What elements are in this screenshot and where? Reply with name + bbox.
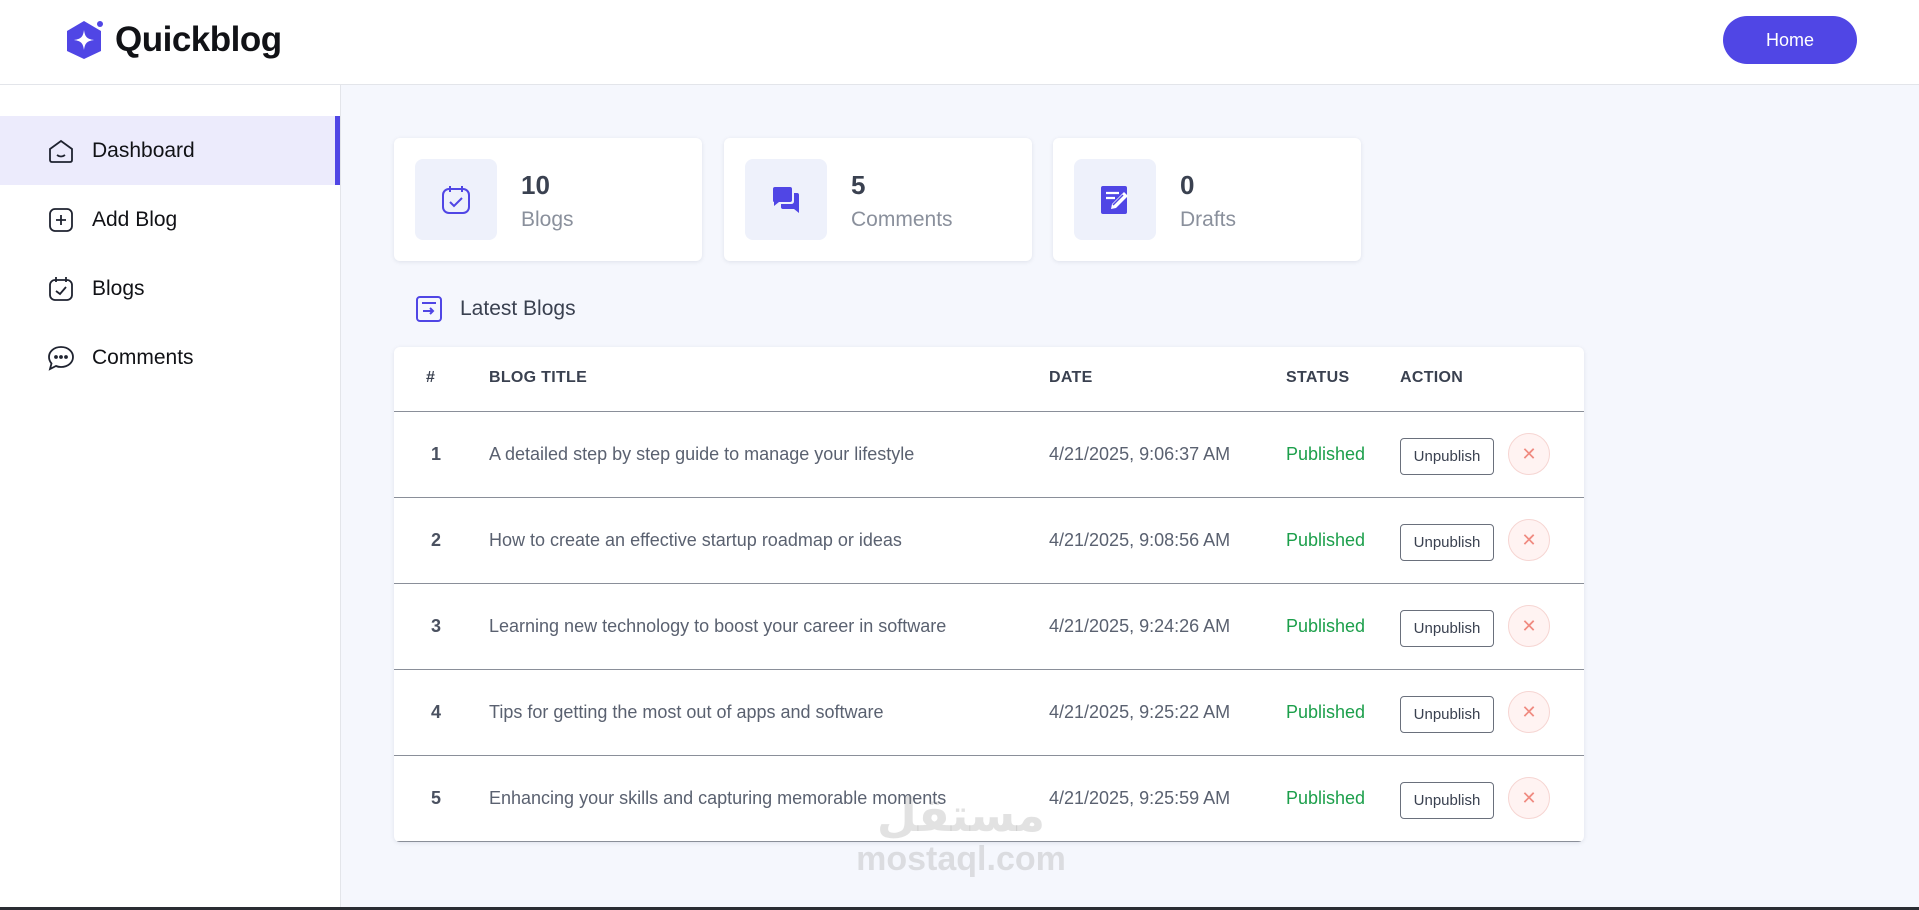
sidebar-item-label: Blogs — [92, 276, 145, 300]
row-number: 1 — [431, 444, 442, 464]
sidebar-item-label: Add Blog — [92, 207, 178, 231]
blog-date: 4/21/2025, 9:06:37 AM — [1049, 444, 1231, 464]
latest-blogs-heading: Latest Blogs — [414, 294, 576, 324]
top-header: Quickblog Home — [0, 0, 1919, 85]
latest-blogs-title: Latest Blogs — [460, 297, 576, 320]
blog-date: 4/21/2025, 9:24:26 AM — [1049, 616, 1231, 636]
delete-button[interactable]: ✕ — [1508, 433, 1550, 475]
sidebar-item-blogs[interactable]: Blogs — [0, 254, 340, 323]
column-header-action: ACTION — [1400, 369, 1464, 386]
column-header-date: DATE — [1049, 369, 1093, 386]
unpublish-button[interactable]: Unpublish — [1400, 610, 1494, 647]
latest-blogs-table: # BLOG TITLE DATE STATUS ACTION 1 A deta… — [394, 347, 1584, 842]
table-row: 4 Tips for getting the most out of apps … — [394, 670, 1584, 756]
blog-date: 4/21/2025, 9:08:56 AM — [1049, 530, 1231, 550]
delete-button[interactable]: ✕ — [1508, 691, 1550, 733]
watermark-arabic: مستقل — [876, 789, 1046, 841]
table-row: 1 A detailed step by step guide to manag… — [394, 412, 1584, 498]
sidebar-item-dashboard[interactable]: Dashboard — [0, 116, 340, 185]
stat-value: 10 — [521, 170, 550, 200]
stat-icon-box — [1074, 159, 1156, 240]
watermark: مستقل mostaql.com — [843, 790, 1079, 879]
add-square-icon — [49, 207, 73, 232]
row-number: 4 — [431, 702, 442, 722]
drafts-icon — [1101, 185, 1128, 214]
unpublish-button[interactable]: Unpublish — [1400, 438, 1494, 475]
stat-value: 0 — [1180, 170, 1195, 200]
comments-icon — [773, 186, 799, 213]
row-number: 5 — [431, 788, 442, 808]
column-header-status: STATUS — [1286, 369, 1350, 386]
table-row: 3 Learning new technology to boost your … — [394, 584, 1584, 670]
stat-label: Blogs — [521, 208, 574, 231]
column-header-title: BLOG TITLE — [489, 369, 588, 386]
status-badge: Published — [1286, 530, 1366, 550]
stat-card-blogs: 10 Blogs — [394, 138, 702, 261]
unpublish-button[interactable]: Unpublish — [1400, 696, 1494, 733]
table-header: # BLOG TITLE DATE STATUS ACTION — [394, 347, 1584, 412]
table-row: 2 How to create an effective startup roa… — [394, 498, 1584, 584]
row-number: 3 — [431, 616, 442, 636]
sidebar: Dashboard Add Blog Blogs Comments — [0, 85, 341, 910]
status-badge: Published — [1286, 616, 1366, 636]
close-icon: ✕ — [1521, 701, 1537, 722]
sidebar-item-add-blog[interactable]: Add Blog — [0, 185, 340, 254]
stat-icon-box — [745, 159, 827, 240]
stat-card-comments: 5 Comments — [724, 138, 1032, 261]
delete-button[interactable]: ✕ — [1508, 519, 1550, 561]
blog-title: How to create an effective startup roadm… — [489, 530, 902, 550]
sidebar-item-comments[interactable]: Comments — [0, 323, 340, 392]
close-icon: ✕ — [1521, 529, 1537, 550]
blog-date: 4/21/2025, 9:25:22 AM — [1049, 702, 1231, 722]
sidebar-item-label: Comments — [92, 345, 194, 369]
blog-icon — [442, 185, 470, 214]
logo-icon — [67, 21, 103, 59]
blog-title: Learning new technology to boost your ca… — [489, 616, 947, 636]
comment-icon — [48, 345, 74, 371]
stat-icon-box — [415, 159, 497, 240]
logo[interactable]: Quickblog — [63, 18, 282, 62]
latest-blogs-icon — [416, 296, 442, 322]
stat-value: 5 — [851, 170, 866, 200]
stat-label: Comments — [851, 208, 953, 231]
row-number: 2 — [431, 530, 442, 550]
home-icon — [49, 139, 73, 163]
home-button[interactable]: Home — [1723, 16, 1857, 64]
app-name: Quickblog — [115, 20, 282, 59]
blog-title: Tips for getting the most out of apps an… — [489, 702, 884, 722]
close-icon: ✕ — [1521, 615, 1537, 636]
blog-title: A detailed step by step guide to manage … — [489, 444, 915, 464]
stat-card-drafts: 0 Drafts — [1053, 138, 1361, 261]
status-badge: Published — [1286, 444, 1366, 464]
watermark-latin: mostaql.com — [856, 840, 1066, 878]
column-header-number: # — [426, 369, 436, 386]
close-icon: ✕ — [1521, 787, 1537, 808]
blog-list-icon — [49, 276, 73, 301]
unpublish-button[interactable]: Unpublish — [1400, 524, 1494, 561]
delete-button[interactable]: ✕ — [1508, 777, 1550, 819]
sidebar-item-label: Dashboard — [92, 138, 195, 162]
status-badge: Published — [1286, 702, 1366, 722]
close-icon: ✕ — [1521, 443, 1537, 464]
status-badge: Published — [1286, 788, 1366, 808]
unpublish-button[interactable]: Unpublish — [1400, 782, 1494, 819]
stat-label: Drafts — [1180, 208, 1237, 231]
delete-button[interactable]: ✕ — [1508, 605, 1550, 647]
